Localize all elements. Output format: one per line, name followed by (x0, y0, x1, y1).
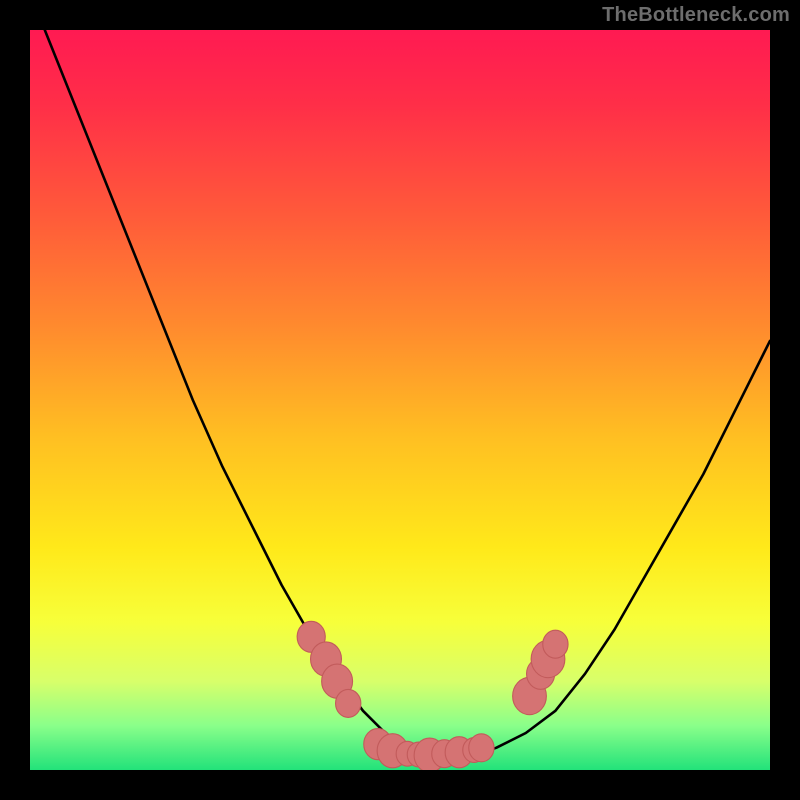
curve-marker (543, 630, 568, 658)
plot-area (30, 30, 770, 770)
curve-markers (297, 621, 568, 770)
curve-marker (336, 689, 361, 717)
bottleneck-curve (45, 30, 770, 755)
curve-marker (469, 734, 494, 762)
curve-layer (30, 30, 770, 770)
watermark-text: TheBottleneck.com (602, 4, 790, 27)
chart-frame: TheBottleneck.com (0, 0, 800, 800)
